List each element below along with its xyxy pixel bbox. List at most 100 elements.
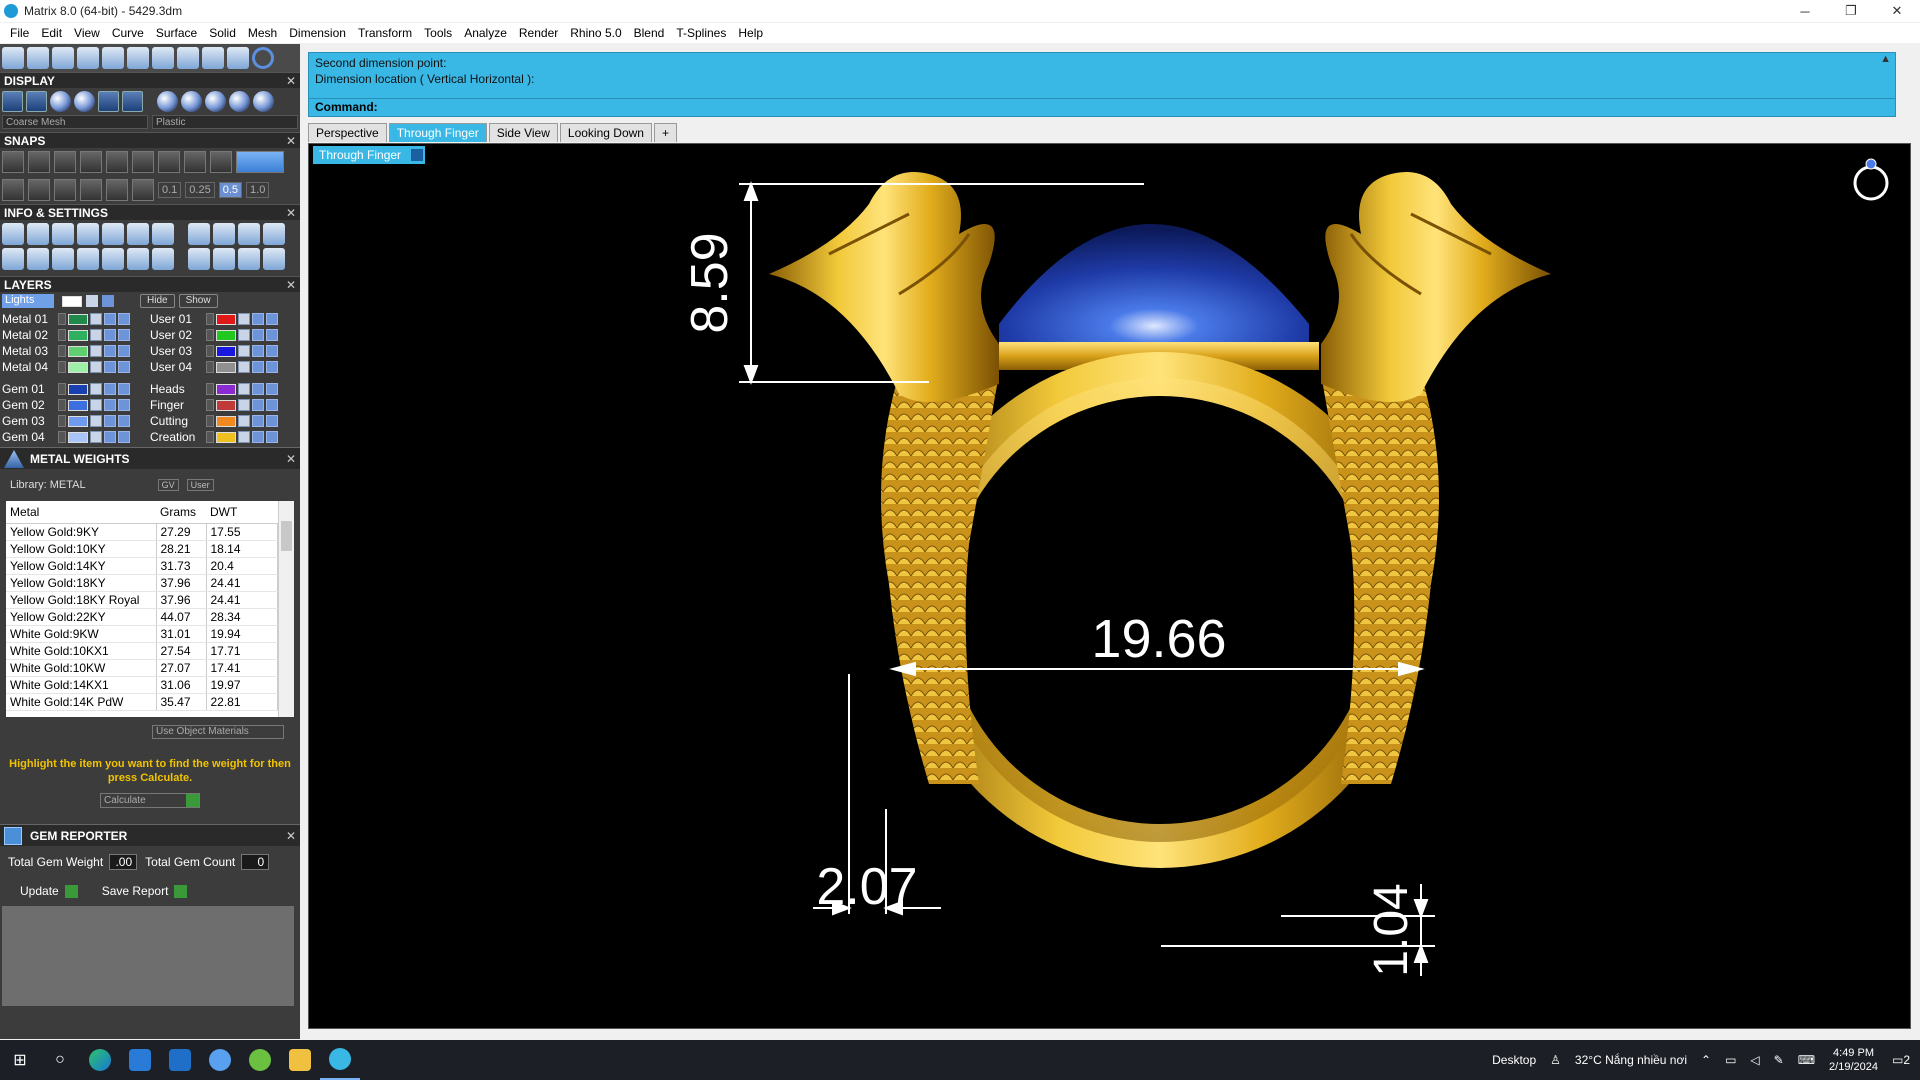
command-scroll-icon[interactable]: ▲ xyxy=(1880,53,1891,65)
volume-icon[interactable]: ◁ xyxy=(1750,1053,1759,1067)
layer-expand-icon[interactable] xyxy=(58,345,66,357)
layer-current-icon[interactable] xyxy=(118,345,130,357)
document-icon[interactable] xyxy=(152,248,174,270)
keyboard-icon[interactable]: ⌨ xyxy=(1798,1053,1815,1067)
layer-name[interactable]: Metal 04 xyxy=(2,360,56,374)
hide-button[interactable]: Hide xyxy=(140,294,175,308)
layer-lock-icon[interactable] xyxy=(90,383,102,395)
layer-name[interactable]: User 02 xyxy=(150,328,204,342)
save-icon[interactable] xyxy=(102,223,124,245)
copy-tool-icon[interactable] xyxy=(127,47,149,69)
select-tool-icon[interactable] xyxy=(2,47,24,69)
tab-looking-down[interactable]: Looking Down xyxy=(559,123,652,142)
viewport[interactable]: Through Finger 8.59 19.66 2.07 1.04 xyxy=(308,143,1911,1029)
curve-tool-icon[interactable] xyxy=(52,47,74,69)
menu-item-file[interactable]: File xyxy=(4,26,35,40)
tab-side-view[interactable]: Side View xyxy=(488,123,558,142)
layer-name[interactable]: User 04 xyxy=(150,360,204,374)
layer-expand-icon[interactable] xyxy=(58,399,66,411)
layer-row[interactable]: User 02 xyxy=(150,327,298,343)
matrix-app-icon[interactable] xyxy=(320,1040,360,1080)
layer-visible-icon[interactable] xyxy=(104,345,116,357)
layer-name[interactable]: Heads xyxy=(150,382,204,396)
layer-color-swatch[interactable] xyxy=(68,361,88,373)
gem-icon[interactable] xyxy=(152,223,174,245)
windows-start-icon[interactable]: ⊞ xyxy=(0,1040,40,1080)
layer-lock-icon[interactable] xyxy=(238,361,250,373)
layer-expand-icon[interactable] xyxy=(206,345,214,357)
layer-color-swatch[interactable] xyxy=(216,313,236,325)
tab-perspective[interactable]: Perspective xyxy=(308,123,387,142)
ortho-snap-icon[interactable] xyxy=(236,151,284,173)
table-row[interactable]: White Gold:14K PdW 35.47 22.81 xyxy=(6,693,278,711)
layer-color-swatch[interactable] xyxy=(216,383,236,395)
gumball-icon[interactable] xyxy=(132,179,154,201)
matte-sphere-icon[interactable] xyxy=(157,91,178,112)
layer-visible-icon[interactable] xyxy=(252,399,264,411)
layer-visible-icon[interactable] xyxy=(252,361,264,373)
layer-visible-icon[interactable] xyxy=(252,415,264,427)
array-tool-icon[interactable] xyxy=(177,47,199,69)
layer-row[interactable]: Gem 03 xyxy=(2,413,150,429)
layer-row[interactable]: Heads xyxy=(150,381,298,397)
layer-expand-icon[interactable] xyxy=(58,383,66,395)
mirror-tool-icon[interactable] xyxy=(202,47,224,69)
command-input[interactable]: Command: xyxy=(309,98,1895,116)
column-header-grams[interactable]: Grams xyxy=(156,501,206,524)
layer-expand-icon[interactable] xyxy=(58,361,66,373)
table-row[interactable]: White Gold:14KX1 31.06 19.97 xyxy=(6,676,278,694)
table-row[interactable]: Yellow Gold:22KY 44.07 28.34 xyxy=(6,608,278,626)
filter-icon[interactable] xyxy=(102,248,124,270)
copy-icon[interactable] xyxy=(213,223,235,245)
restore-button[interactable]: ❐ xyxy=(1828,0,1874,22)
layer-name[interactable]: Metal 01 xyxy=(2,312,56,326)
close-icon[interactable]: ✕ xyxy=(286,448,296,470)
lights-swatch[interactable] xyxy=(62,295,82,307)
store-icon[interactable] xyxy=(120,1040,160,1080)
close-icon[interactable]: ✕ xyxy=(286,277,296,293)
search-icon[interactable]: ○ xyxy=(40,1040,80,1080)
env-icon[interactable] xyxy=(98,91,119,112)
layer-row[interactable]: User 04 xyxy=(150,359,298,375)
table-row[interactable]: White Gold:9KW 31.01 19.94 xyxy=(6,625,278,643)
layer-row[interactable]: Gem 04 xyxy=(2,429,150,445)
menu-item-rhino-5-0[interactable]: Rhino 5.0 xyxy=(564,26,627,40)
metal-sphere-icon[interactable] xyxy=(74,91,95,112)
menu-item-dimension[interactable]: Dimension xyxy=(283,26,352,40)
snap-value-1[interactable]: 0.25 xyxy=(185,182,215,198)
layer-name[interactable]: User 01 xyxy=(150,312,204,326)
layer-color-swatch[interactable] xyxy=(216,361,236,373)
layer-name[interactable]: Finger xyxy=(150,398,204,412)
layer-current-icon[interactable] xyxy=(266,329,278,341)
menu-item-edit[interactable]: Edit xyxy=(35,26,68,40)
layer-current-icon[interactable] xyxy=(118,383,130,395)
user-toggle[interactable]: User xyxy=(186,479,214,491)
layer-name[interactable]: Gem 02 xyxy=(2,398,56,412)
layer-visible-icon[interactable] xyxy=(252,329,264,341)
layer-visible-icon[interactable] xyxy=(104,383,116,395)
layer-name[interactable]: Gem 01 xyxy=(2,382,56,396)
perp-snap-icon[interactable] xyxy=(184,151,206,173)
layer-visible-icon[interactable] xyxy=(252,313,264,325)
export-icon[interactable] xyxy=(263,223,285,245)
network-icon[interactable]: ▭ xyxy=(1725,1053,1736,1067)
mail-icon[interactable] xyxy=(160,1040,200,1080)
end-snap-icon[interactable] xyxy=(28,151,50,173)
menu-item-view[interactable]: View xyxy=(68,26,106,40)
layer-row[interactable]: User 01 xyxy=(150,311,298,327)
layer-current-icon[interactable] xyxy=(118,415,130,427)
viewport-label[interactable]: Through Finger xyxy=(313,146,426,164)
menu-item-analyze[interactable]: Analyze xyxy=(458,26,513,40)
column-header-metal[interactable]: Metal xyxy=(6,501,156,524)
layer-lock-icon[interactable] xyxy=(90,399,102,411)
measure-icon[interactable] xyxy=(263,248,285,270)
table-row[interactable]: White Gold:10KX1 27.54 17.71 xyxy=(6,642,278,660)
layer-expand-icon[interactable] xyxy=(206,431,214,443)
layer-row[interactable]: Cutting xyxy=(150,413,298,429)
layer-row[interactable]: Gem 01 xyxy=(2,381,150,397)
layer-current-icon[interactable] xyxy=(266,313,278,325)
snap-value-0[interactable]: 0.1 xyxy=(158,182,182,198)
menu-item-tools[interactable]: Tools xyxy=(418,26,458,40)
ring-view-icon[interactable] xyxy=(1853,158,1889,201)
wireframe-icon[interactable] xyxy=(2,91,23,112)
